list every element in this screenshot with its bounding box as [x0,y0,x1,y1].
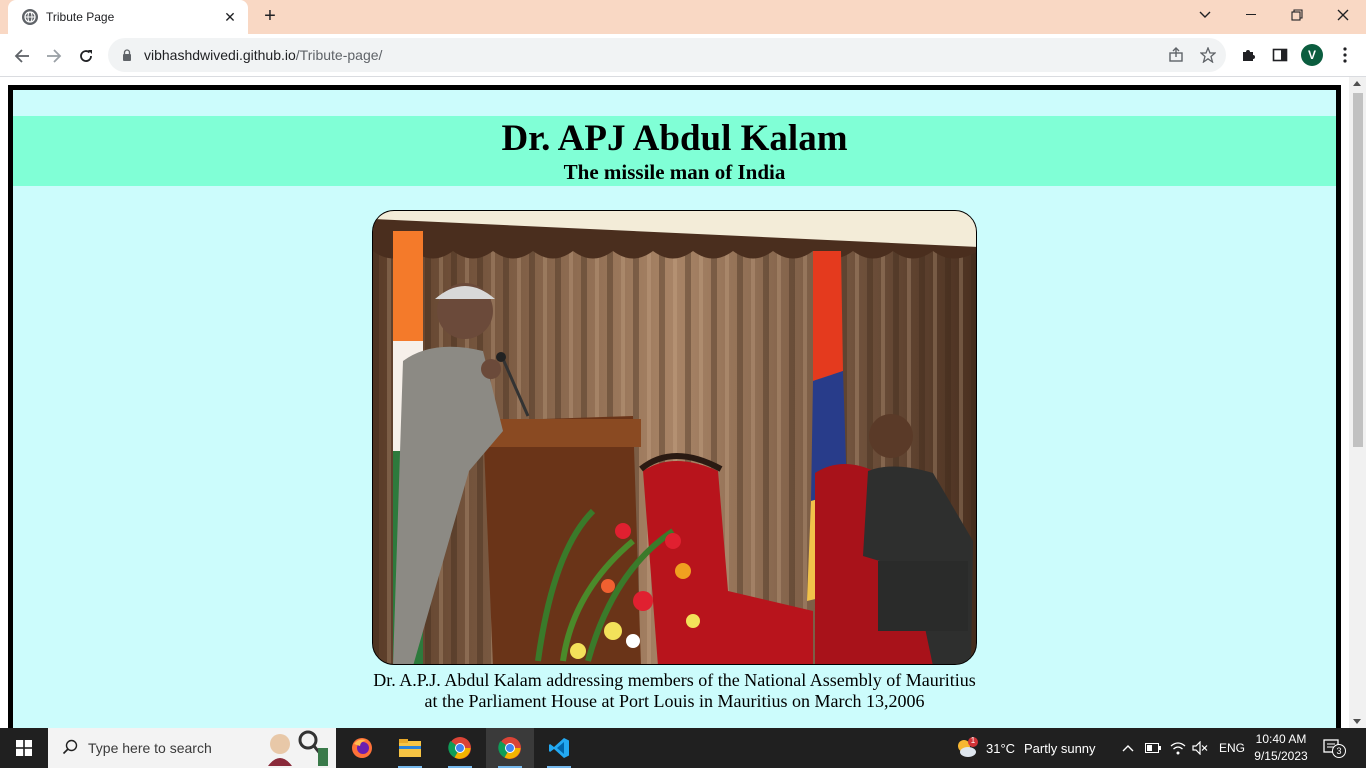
lock-icon[interactable] [122,48,134,62]
reload-icon[interactable] [72,42,100,70]
url-path: /Tribute-page/ [295,47,383,63]
chrome-active-icon[interactable] [486,728,534,768]
weather-temperature[interactable]: 31°C [986,728,1015,768]
minimize-icon[interactable] [1228,0,1274,30]
address-bar[interactable]: vibhashdwivedi.github.io/Tribute-page/ [108,38,1226,72]
windows-taskbar: Type here to search 1 31°C Partly sunny [0,728,1366,768]
firefox-icon[interactable] [338,728,386,768]
taskbar-search-box[interactable]: Type here to search [48,728,336,768]
tab-close-icon[interactable]: ✕ [222,9,238,26]
globe-icon [22,9,38,25]
page-subtitle: The missile man of India [563,160,786,184]
clock-time: 10:40 AM [1255,732,1307,746]
tab-strip: Tribute Page ✕ + [0,0,1366,34]
scrollbar-thumb[interactable] [1353,93,1363,447]
side-panel-icon[interactable] [1267,42,1293,68]
weather-description[interactable]: Partly sunny [1024,728,1096,768]
caption-line-1: Dr. A.P.J. Abdul Kalam addressing member… [373,670,976,690]
title-banner: Dr. APJ Abdul Kalam The missile man of I… [13,116,1336,186]
new-tab-button[interactable]: + [258,6,282,28]
volume-muted-icon[interactable] [1192,728,1208,768]
scroll-down-arrow-icon[interactable] [1353,719,1361,724]
close-window-icon[interactable] [1320,0,1366,30]
search-placeholder: Type here to search [88,740,212,756]
file-explorer-icon[interactable] [386,728,434,768]
page-title: Dr. APJ Abdul Kalam [501,118,848,159]
share-icon[interactable] [1163,42,1189,68]
scroll-up-arrow-icon[interactable] [1353,81,1361,86]
weather-badge: 1 [970,736,976,745]
notification-count-badge: 3 [1332,744,1346,758]
browser-toolbar: vibhashdwivedi.github.io/Tribute-page/ V [0,34,1366,77]
clock-date: 9/15/2023 [1254,749,1308,763]
tribute-main: Dr. APJ Abdul Kalam The missile man of I… [8,85,1341,728]
url-host: vibhashdwivedi.github.io [144,47,296,63]
forward-arrow-icon[interactable] [40,42,68,70]
tab-search-chevron-icon[interactable] [1182,0,1228,30]
notifications-icon[interactable]: 3 [1322,738,1346,763]
restore-icon[interactable] [1274,0,1320,30]
tab-title: Tribute Page [46,10,115,24]
extensions-puzzle-icon[interactable] [1235,42,1261,68]
search-highlight-illustration-icon [262,730,332,769]
vscode-icon[interactable] [535,728,583,768]
profile-avatar[interactable]: V [1301,44,1323,66]
windows-start-icon[interactable] [0,728,48,768]
back-arrow-icon[interactable] [8,42,36,70]
caption-line-2: at the Parliament House at Port Louis in… [424,691,925,711]
battery-icon[interactable] [1145,728,1161,768]
system-clock[interactable]: 10:40 AM 9/15/2023 [1248,731,1314,765]
weather-icon[interactable]: 1 [954,736,978,765]
wifi-icon[interactable] [1170,728,1186,768]
search-icon [62,739,78,758]
tab-tribute-page[interactable]: Tribute Page ✕ [8,0,248,34]
image-caption: Dr. A.P.J. Abdul Kalam addressing member… [13,670,1336,712]
page-viewport: Dr. APJ Abdul Kalam The missile man of I… [0,77,1349,728]
menu-dots-icon[interactable] [1332,42,1358,68]
bookmark-star-icon[interactable] [1195,42,1221,68]
tribute-image [372,210,977,665]
show-hidden-icons-chevron-icon[interactable] [1122,728,1134,768]
language-indicator[interactable]: ENG [1219,728,1245,768]
page-scrollbar[interactable] [1349,77,1366,728]
chrome-icon[interactable] [436,728,484,768]
